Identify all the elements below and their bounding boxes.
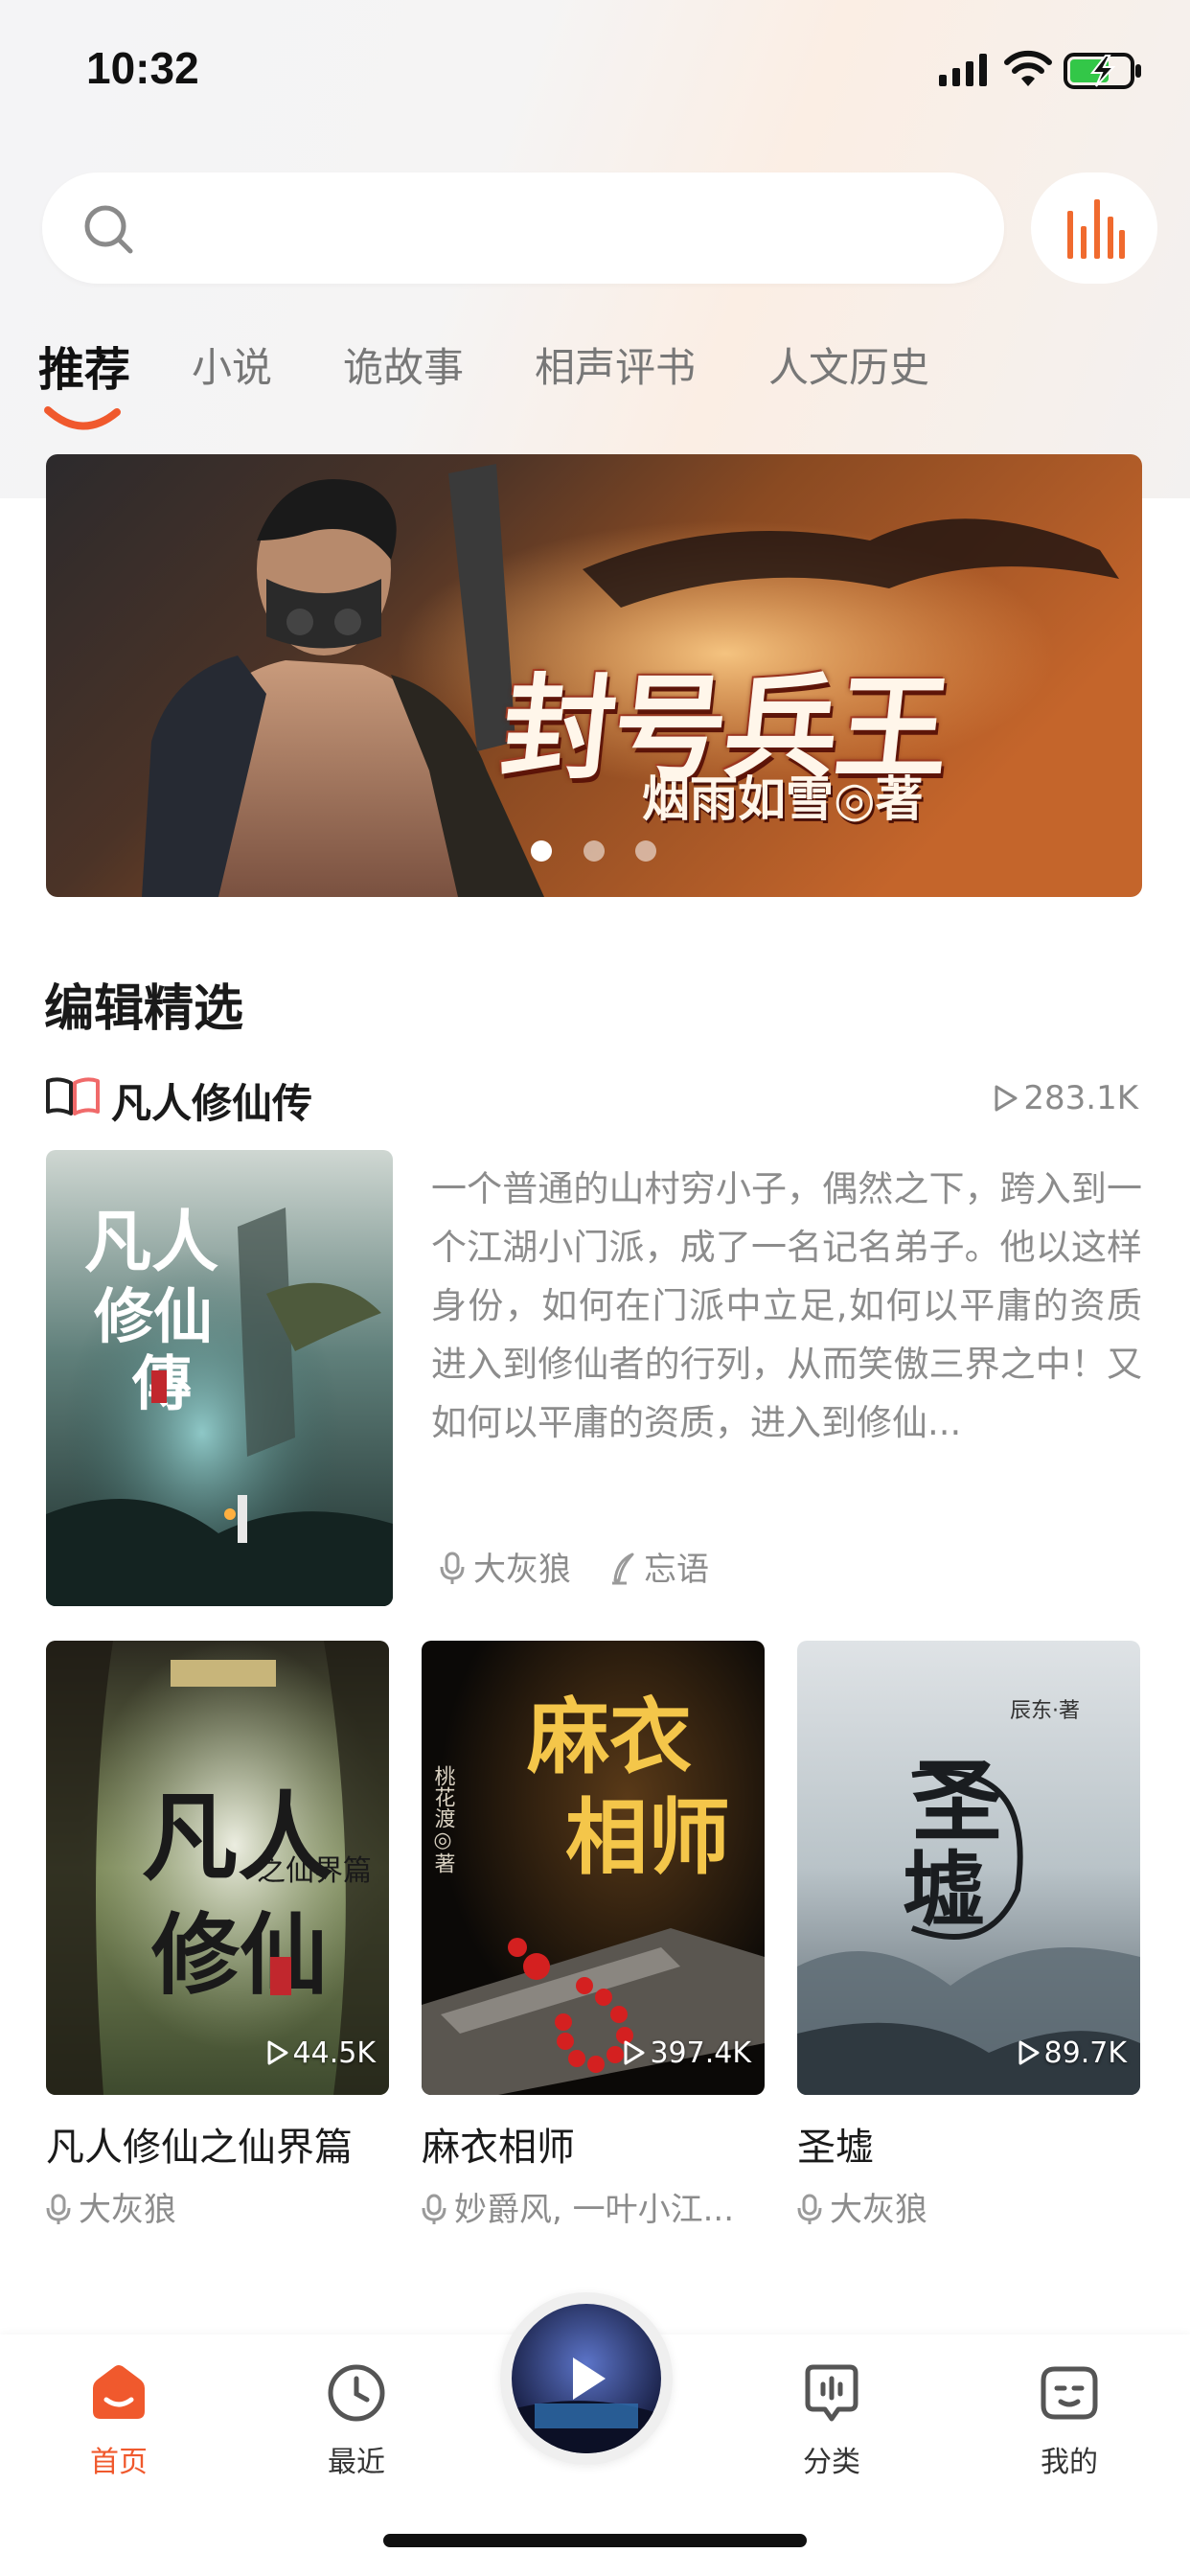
carousel-dot-3[interactable] xyxy=(635,840,656,862)
book-cover-art: 凡人 修仙 之仙界篇 xyxy=(46,1641,389,2095)
microphone-icon xyxy=(422,2194,446,2224)
face-icon xyxy=(1041,2366,1098,2420)
book-narrator-name: 妙爵风, 一叶小江... xyxy=(454,2191,735,2229)
book-play-count-value: 397.4K xyxy=(650,2036,751,2070)
book-play-count: 89.7K xyxy=(1018,2036,1127,2070)
tab-ghost-stories[interactable]: 诡故事 xyxy=(343,335,464,394)
now-playing-art xyxy=(512,2304,661,2453)
book-card[interactable]: 麻衣 相师 桃花渡◎著 397.4K 麻衣相师 妙爵风, 一叶小江... xyxy=(422,1641,765,2230)
book-title: 圣墟 xyxy=(797,2126,874,2170)
featured-cover-art: 凡人 修仙 傳 xyxy=(46,1150,393,1606)
book-narrator: 妙爵风, 一叶小江... xyxy=(422,2183,765,2230)
book-play-count: 44.5K xyxy=(266,2036,376,2070)
search-bar[interactable] xyxy=(42,172,1004,284)
now-playing-button[interactable] xyxy=(500,2292,673,2465)
featured-title: 凡人修仙传 xyxy=(111,1080,313,1127)
tabbar-category-label: 分类 xyxy=(803,2446,860,2479)
banner-title: 封号兵王 xyxy=(495,661,955,794)
battery-charging-icon xyxy=(1064,53,1141,89)
book-title: 麻衣相师 xyxy=(422,2126,575,2170)
featured-narrator-name: 大灰狼 xyxy=(473,1551,571,1589)
book-open-icon xyxy=(46,1077,100,1116)
book-narrator-name: 大灰狼 xyxy=(79,2191,176,2229)
book-play-count-value: 89.7K xyxy=(1043,2036,1127,2070)
audio-bars-icon xyxy=(1067,199,1125,259)
category-chat-icon xyxy=(805,2364,858,2422)
featured-header[interactable]: 凡人修仙传 283.1K xyxy=(44,1071,1146,1129)
play-triangle-icon xyxy=(624,2040,645,2065)
book-play-count: 397.4K xyxy=(623,2036,751,2070)
book-cover-art: 圣 墟 辰东·著 xyxy=(797,1641,1140,2095)
home-icon xyxy=(93,2365,145,2419)
tab-crosstalk[interactable]: 相声评书 xyxy=(535,335,696,394)
svg-text:桃花渡◎著: 桃花渡◎著 xyxy=(431,1765,456,1874)
carousel-dots xyxy=(46,840,1142,863)
featured-cover[interactable]: 凡人 修仙 傳 xyxy=(46,1150,393,1606)
tabbar-category[interactable]: 分类 xyxy=(765,2361,899,2480)
svg-text:辰东·著: 辰东·著 xyxy=(1010,1699,1080,1723)
search-icon xyxy=(84,205,133,254)
tabbar-home-label: 首页 xyxy=(90,2446,148,2479)
carousel-dot-2[interactable] xyxy=(584,840,605,862)
tabbar-recent[interactable]: 最近 xyxy=(289,2361,423,2480)
search-input[interactable] xyxy=(157,201,962,255)
book-narrator: 大灰狼 xyxy=(797,2183,1140,2230)
microphone-icon xyxy=(797,2194,822,2224)
tabbar-mine[interactable]: 我的 xyxy=(1002,2361,1136,2480)
book-cover[interactable]: 凡人 修仙 之仙界篇 44.5K xyxy=(46,1641,389,2095)
book-play-count-value: 44.5K xyxy=(292,2036,376,2070)
book-cover[interactable]: 麻衣 相师 桃花渡◎著 397.4K xyxy=(422,1641,765,2095)
featured-play-count: 283.1K xyxy=(993,1079,1138,1117)
signal-icon xyxy=(939,54,987,86)
carousel-dot-1[interactable] xyxy=(531,840,552,862)
svg-text:麻衣: 麻衣 xyxy=(527,1689,692,1785)
svg-text:相师: 相师 xyxy=(565,1789,730,1886)
book-narrator-name: 大灰狼 xyxy=(830,2191,927,2229)
book-title: 凡人修仙之仙界篇 xyxy=(46,2126,353,2170)
play-triangle-icon xyxy=(995,1085,1018,1112)
svg-text:之仙界篇: 之仙界篇 xyxy=(257,1854,372,1888)
wifi-icon xyxy=(1004,50,1052,86)
svg-text:修仙: 修仙 xyxy=(94,1281,213,1351)
section-title: 编辑精选 xyxy=(44,980,244,1038)
banner-carousel[interactable]: 封号兵王 烟雨如雪◎著 xyxy=(46,454,1142,897)
home-indicator xyxy=(383,2534,807,2547)
featured-narrator: 大灰狼 xyxy=(439,1543,571,1590)
status-bar: 10:32 xyxy=(0,0,1190,134)
svg-text:圣: 圣 xyxy=(912,1749,1002,1854)
svg-text:墟: 墟 xyxy=(903,1842,985,1939)
book-cover[interactable]: 圣 墟 辰东·著 89.7K xyxy=(797,1641,1140,2095)
book-card[interactable]: 圣 墟 辰东·著 89.7K 圣墟 大灰狼 xyxy=(797,1641,1140,2230)
active-tab-indicator xyxy=(44,406,121,430)
audio-playing-button[interactable] xyxy=(1031,172,1157,284)
featured-writer-name: 忘语 xyxy=(644,1551,709,1589)
banner-author: 烟雨如雪◎著 xyxy=(642,770,924,827)
svg-text:修仙: 修仙 xyxy=(151,1903,328,2007)
featured-description: 一个普通的山村穷小子，偶然之下，跨入到一个江湖小门派，成了一名记名弟子。他以这样… xyxy=(431,1168,1142,1443)
book-cover-art: 麻衣 相师 桃花渡◎著 xyxy=(422,1641,765,2095)
tab-recommend[interactable]: 推荐 xyxy=(38,332,130,399)
status-time: 10:32 xyxy=(86,43,199,93)
now-playing-cover xyxy=(512,2304,661,2453)
clock-icon xyxy=(328,2364,385,2422)
featured-writer: 忘语 xyxy=(609,1543,709,1590)
play-triangle-icon xyxy=(267,2040,288,2065)
play-triangle-icon xyxy=(1018,2040,1040,2065)
pen-icon xyxy=(612,1552,634,1585)
tabbar-recent-label: 最近 xyxy=(328,2446,385,2479)
book-narrator: 大灰狼 xyxy=(46,2183,389,2230)
book-card[interactable]: 凡人 修仙 之仙界篇 44.5K 凡人修仙之仙界篇 大灰狼 xyxy=(46,1641,389,2230)
tab-novel[interactable]: 小说 xyxy=(192,335,272,394)
featured-play-count-value: 283.1K xyxy=(1023,1079,1138,1117)
svg-text:凡人: 凡人 xyxy=(84,1202,218,1281)
category-tabs: 推荐 小说 诡故事 相声评书 人文历史 xyxy=(38,335,1169,422)
microphone-icon xyxy=(440,1552,465,1584)
microphone-icon xyxy=(46,2194,71,2224)
tabbar-mine-label: 我的 xyxy=(1041,2446,1098,2479)
tab-history[interactable]: 人文历史 xyxy=(768,335,929,394)
tabbar-home[interactable]: 首页 xyxy=(52,2361,186,2480)
